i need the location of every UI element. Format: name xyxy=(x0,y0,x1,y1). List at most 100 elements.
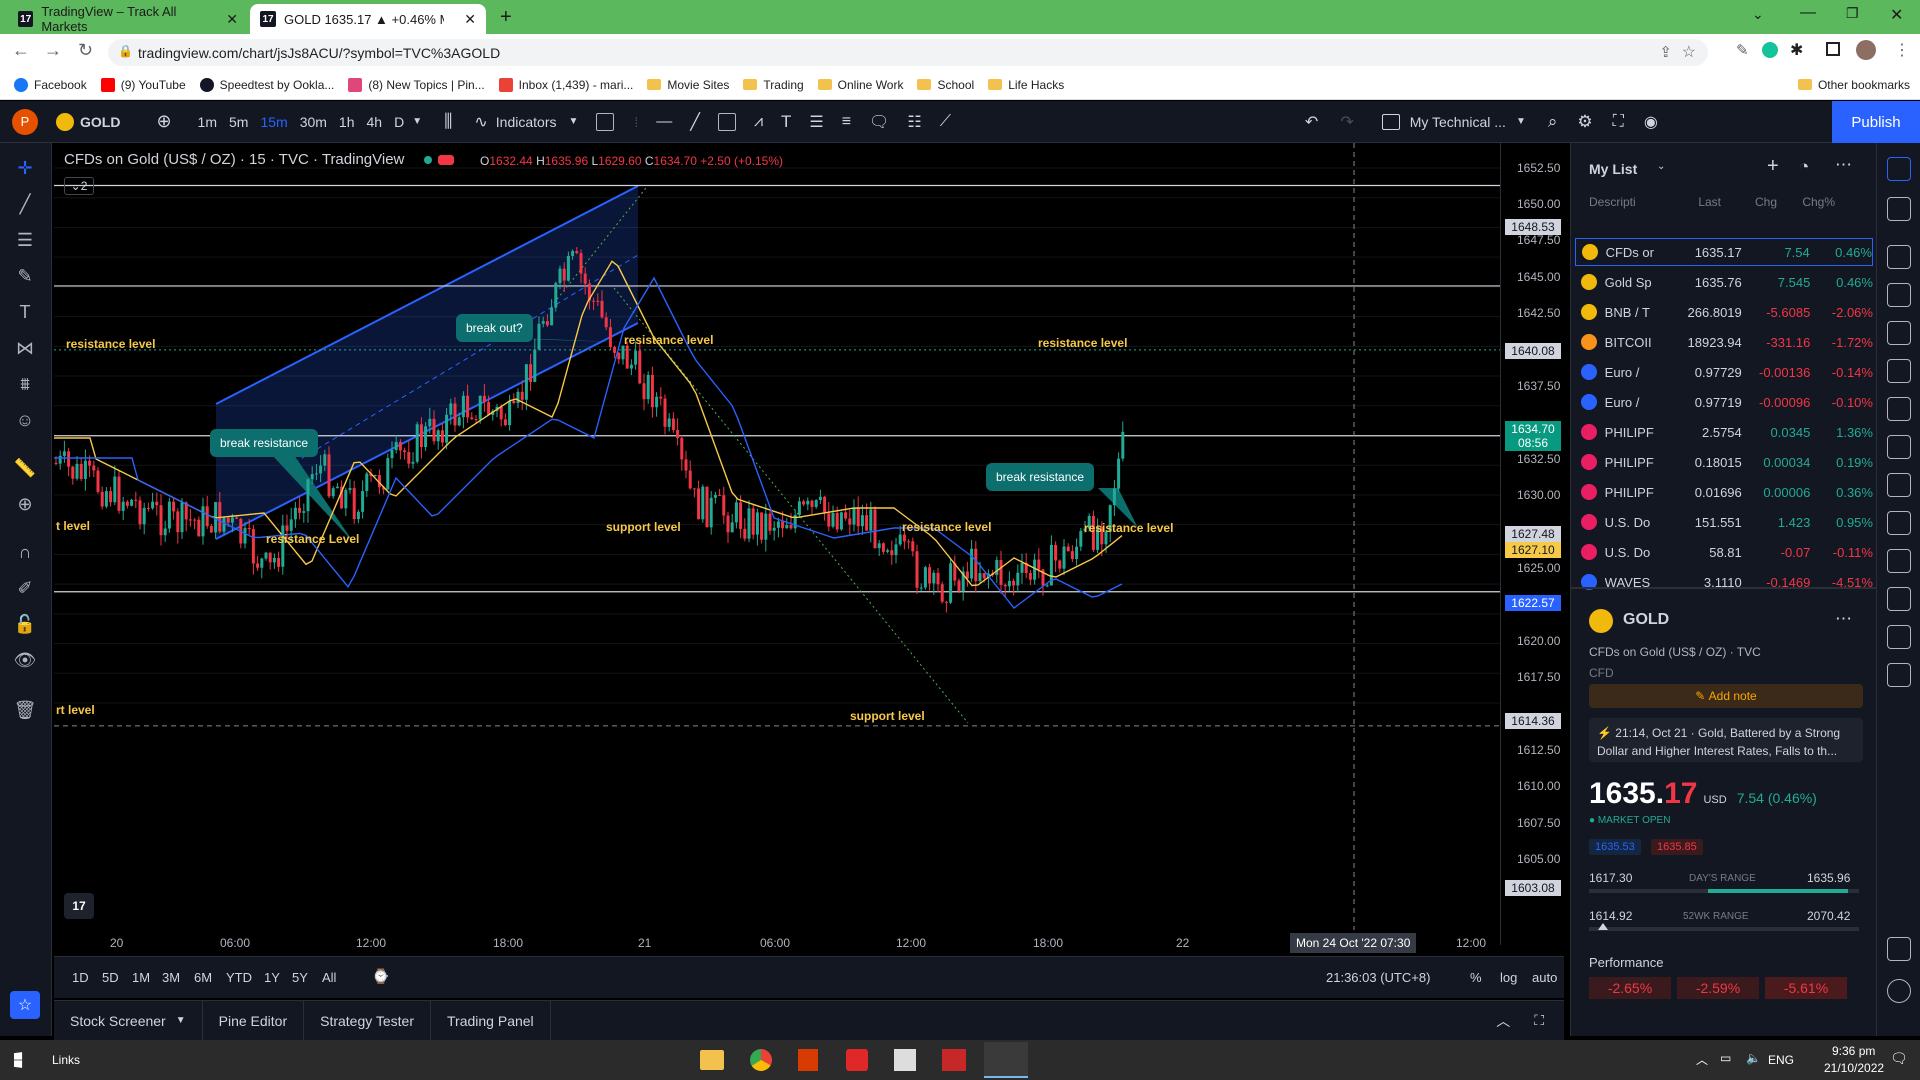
help-icon[interactable] xyxy=(1887,979,1911,1003)
fib-tool-icon[interactable]: ≡ xyxy=(842,113,851,131)
close-tab-icon[interactable]: ✕ xyxy=(464,11,476,28)
timeframe-5m[interactable]: 5m xyxy=(229,114,248,130)
symbol-search[interactable]: GOLD xyxy=(80,114,120,130)
col-chg-pct[interactable]: Chg% xyxy=(1777,195,1835,215)
clock-timezone[interactable]: 21:36:03 (UTC+8) xyxy=(1326,970,1430,985)
timeframe-dropdown-icon[interactable]: ▼ xyxy=(412,116,422,127)
settings-gear-icon[interactable]: ⚙ xyxy=(1577,112,1592,132)
perf-1m[interactable]: -2.59% xyxy=(1677,977,1759,999)
time-axis[interactable]: 20 06:00 12:00 18:00 21 06:00 12:00 18:0… xyxy=(54,930,1500,956)
browser-tab-1[interactable]: 17 TradingView – Track All Markets ✕ xyxy=(8,4,248,34)
annotation-break-out[interactable]: break out? xyxy=(456,314,533,342)
chats-icon[interactable] xyxy=(1887,435,1911,459)
bookmark-star-icon[interactable]: ☆ xyxy=(1682,42,1696,62)
add-note-button[interactable]: ✎ Add note xyxy=(1589,684,1863,708)
restore-icon[interactable]: ❐ xyxy=(1846,5,1859,22)
language-indicator[interactable]: ENG xyxy=(1768,1053,1794,1067)
calculator-icon[interactable] xyxy=(894,1049,916,1071)
active-chrome-task[interactable] xyxy=(984,1042,1028,1078)
measure-tool-icon[interactable]: ☷ xyxy=(907,112,921,132)
rectangle-tool-icon[interactable] xyxy=(717,112,736,131)
collapse-indicators-button[interactable]: ⌄ 2 xyxy=(64,177,94,195)
details-description[interactable]: CFDs on Gold (US$ / OZ) · TVC xyxy=(1589,645,1761,659)
prediction-tool-icon[interactable]: ⩩ xyxy=(14,373,36,395)
auto-scale-toggle[interactable]: auto xyxy=(1532,970,1557,985)
layout-dropdown-icon[interactable]: ▼ xyxy=(1516,116,1526,127)
watchlist-row[interactable]: U.S. Do 151.551 1.423 0.95% xyxy=(1575,508,1873,536)
timeframe-30m[interactable]: 30m xyxy=(300,114,327,130)
notifications-icon[interactable] xyxy=(1887,473,1911,497)
perf-1w[interactable]: -2.65% xyxy=(1589,977,1671,999)
watchlist-row[interactable]: CFDs or 1635.17 7.54 0.46% xyxy=(1575,238,1873,266)
bookmark-gmail[interactable]: Inbox (1,439) - mari... xyxy=(498,77,633,92)
fib-retracement-tool-icon[interactable]: ☰ xyxy=(14,229,36,251)
pdf-reader-icon[interactable] xyxy=(846,1049,868,1071)
clock-date[interactable]: 21/10/2022 xyxy=(1824,1061,1884,1075)
keep-drawing-icon[interactable]: ✐ xyxy=(14,577,36,599)
range-5d[interactable]: 5D xyxy=(102,970,119,985)
zoom-icon[interactable]: ⊕ xyxy=(14,493,36,515)
indicators-dropdown-icon[interactable]: ▼ xyxy=(569,116,579,127)
timeframe-4h[interactable]: 4h xyxy=(367,114,383,130)
tab-trading-panel[interactable]: Trading Panel xyxy=(431,1000,551,1041)
broadcast-icon[interactable] xyxy=(1887,549,1911,573)
forward-icon[interactable]: → xyxy=(44,40,62,61)
goto-date-icon[interactable]: ⌚ xyxy=(372,968,389,985)
watchlist-dropdown-icon[interactable]: ⌄ xyxy=(1657,161,1665,172)
timeframe-15m[interactable]: 15m xyxy=(260,114,287,130)
bookmark-movie-sites[interactable]: Movie Sites xyxy=(647,78,729,92)
bookmark-life-hacks[interactable]: Life Hacks xyxy=(988,78,1064,92)
ideas-icon[interactable] xyxy=(1887,359,1911,383)
ruler-tool-icon[interactable]: ⟋ xyxy=(940,113,951,131)
bookmark-trading[interactable]: Trading xyxy=(743,78,804,92)
reload-icon[interactable]: ↻ xyxy=(78,40,93,61)
horizontal-line-tool-icon[interactable]: — xyxy=(656,113,672,131)
callout-tool-icon[interactable]: 🗨 xyxy=(869,112,889,132)
streams-icon[interactable] xyxy=(1887,397,1911,421)
annotation-break-resistance-2[interactable]: break resistance xyxy=(986,463,1095,491)
extensions-puzzle-icon[interactable]: ✱ xyxy=(1790,40,1803,60)
tab-stock-screener[interactable]: Stock Screener ▼ xyxy=(54,1000,203,1041)
watchlist-row[interactable]: PHILIPF 0.01696 0.00006 0.36% xyxy=(1575,478,1873,506)
volume-icon[interactable]: 🔈 xyxy=(1746,1051,1761,1065)
expand-panel-icon[interactable]: ︿ xyxy=(1496,1011,1510,1031)
publish-button[interactable]: Publish xyxy=(1832,101,1920,143)
percent-scale-toggle[interactable]: % xyxy=(1470,970,1482,985)
ruler-icon[interactable]: 📏 xyxy=(14,457,36,479)
back-icon[interactable]: ← xyxy=(12,40,30,61)
chart-pane[interactable]: CFDs on Gold (US$ / OZ) · 15 · TVC · Tra… xyxy=(54,143,1500,945)
watchlist-row[interactable]: PHILIPF 0.18015 0.00034 0.19% xyxy=(1575,448,1873,476)
close-tab-icon[interactable]: ✕ xyxy=(226,11,238,28)
compare-symbol-icon[interactable]: ⊕ xyxy=(156,111,171,132)
pitchfork-tool-icon[interactable]: ☰ xyxy=(809,112,823,132)
bookmark-pin[interactable]: (8) New Topics | Pin... xyxy=(348,77,485,92)
panel-divider[interactable] xyxy=(1571,587,1877,589)
signal-icon[interactable] xyxy=(1887,625,1911,649)
trend-line-tool-icon[interactable]: ╱ xyxy=(690,112,700,132)
watchlist-row[interactable]: U.S. Do 58.81 -0.07 -0.11% xyxy=(1575,538,1873,566)
watchlist-row[interactable]: BITCOII 18923.94 -331.16 -1.72% xyxy=(1575,328,1873,356)
timeframe-1m[interactable]: 1m xyxy=(198,114,217,130)
log-scale-toggle[interactable]: log xyxy=(1500,970,1517,985)
minimize-icon[interactable]: — xyxy=(1800,4,1816,22)
browser-menu-icon[interactable]: ⋮ xyxy=(1894,40,1910,60)
layers-icon[interactable] xyxy=(1887,937,1911,961)
brush-tool-icon[interactable]: ✎ xyxy=(14,265,36,287)
range-1m[interactable]: 1M xyxy=(132,970,150,985)
new-tab-icon[interactable]: + xyxy=(500,6,512,29)
more-options-icon[interactable]: ⋯ xyxy=(1835,155,1852,175)
details-more-icon[interactable]: ⋯ xyxy=(1835,609,1852,629)
range-1y[interactable]: 1Y xyxy=(264,970,280,985)
maximize-panel-icon[interactable]: ⛶ xyxy=(1534,1012,1544,1029)
fullscreen-icon[interactable]: ⛶ xyxy=(1613,113,1624,131)
bookmark-speedtest[interactable]: Speedtest by Ookla... xyxy=(199,77,334,92)
apps-icon[interactable] xyxy=(1887,663,1911,687)
chrome-icon[interactable] xyxy=(750,1049,772,1071)
range-1d[interactable]: 1D xyxy=(72,970,89,985)
extension-pen-icon[interactable]: ✎ xyxy=(1736,41,1749,59)
bookmark-school[interactable]: School xyxy=(917,78,974,92)
add-symbol-icon[interactable]: + xyxy=(1767,155,1779,178)
grammarly-icon[interactable] xyxy=(1762,42,1778,58)
watchlist-row[interactable]: Gold Sp 1635.76 7.545 0.46% xyxy=(1575,268,1873,296)
path-tool-icon[interactable]: ⩘ xyxy=(754,113,763,131)
